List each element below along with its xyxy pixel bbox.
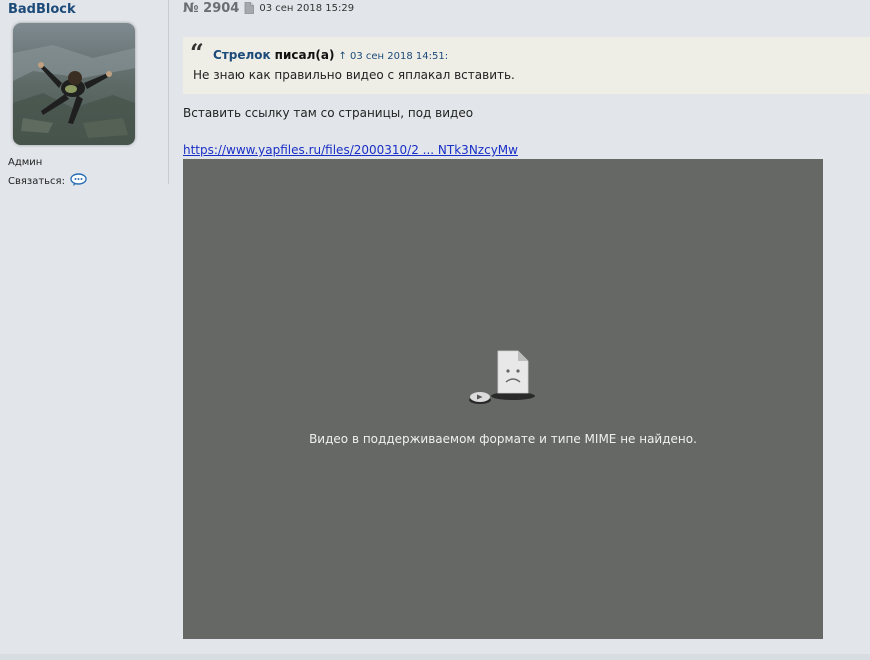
- video-player[interactable]: Видео в поддерживаемом формате и типе MI…: [183, 159, 823, 639]
- quote-source-link[interactable]: ↑ 03 сен 2018 14:51:: [338, 51, 448, 62]
- post-footer: [0, 654, 870, 660]
- quote-author[interactable]: Стрелок: [213, 48, 271, 62]
- author-contact: Связаться:: [8, 173, 87, 189]
- skydiver-avatar-icon: [13, 23, 135, 145]
- broken-file-icon: [469, 350, 535, 404]
- quote-block: “ Стрелок писал(а) ↑ 03 сен 2018 14:51: …: [183, 37, 870, 94]
- post-header: № 2904 03 сен 2018 15:29: [183, 0, 354, 18]
- video-error-message: Видео в поддерживаемом формате и типе MI…: [309, 432, 697, 446]
- post-link[interactable]: https://www.yapfiles.ru/files/2000310/2 …: [183, 143, 518, 157]
- author-role: Админ: [8, 157, 43, 168]
- forum-post: BadBlock Админ Связаться: № 2904 03 сен …: [0, 0, 870, 660]
- post-body-text: Вставить ссылку там со страницы, под вид…: [183, 106, 474, 120]
- column-divider: [168, 0, 169, 184]
- contact-label: Связаться:: [8, 175, 65, 187]
- post-date: 03 сен 2018 15:29: [259, 3, 355, 14]
- quote-wrote-label: писал(а): [274, 48, 335, 62]
- document-icon: [244, 0, 255, 18]
- author-column: BadBlock Админ Связаться:: [0, 0, 168, 660]
- chat-bubble-icon[interactable]: [70, 173, 87, 189]
- post-number[interactable]: № 2904: [183, 1, 239, 16]
- author-avatar[interactable]: [13, 23, 135, 145]
- quote-mark-icon: “: [190, 38, 204, 67]
- author-username[interactable]: BadBlock: [8, 2, 76, 17]
- quote-text: Не знаю как правильно видео с яплакал вс…: [193, 68, 515, 82]
- quote-header: Стрелок писал(а) ↑ 03 сен 2018 14:51:: [213, 48, 448, 62]
